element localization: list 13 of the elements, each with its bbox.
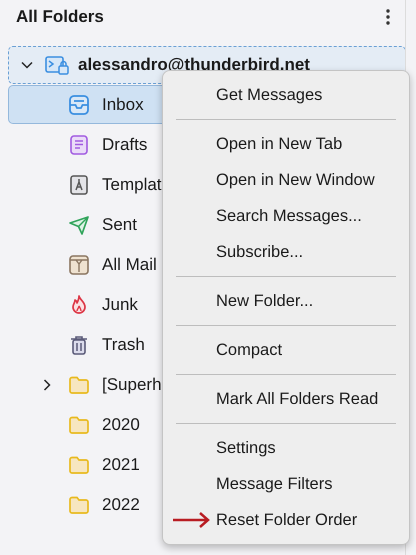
folder-name: [Superh (102, 374, 162, 394)
folder-name: 2020 (102, 414, 140, 434)
folder-name: 2021 (102, 454, 140, 474)
folder-name: Junk (102, 294, 138, 314)
folder-name: Inbox (102, 94, 144, 114)
account-name: alessandro@thunderbird.net (78, 55, 310, 75)
folder-name: Sent (102, 214, 137, 234)
folder-name: Trash (102, 334, 145, 354)
folder-name: Drafts (102, 134, 148, 154)
folder-name: 2022 (102, 494, 140, 514)
pane-title: All Folders (16, 7, 104, 27)
folder-name: Templat (102, 174, 162, 194)
folder-name: All Mail (102, 254, 157, 274)
